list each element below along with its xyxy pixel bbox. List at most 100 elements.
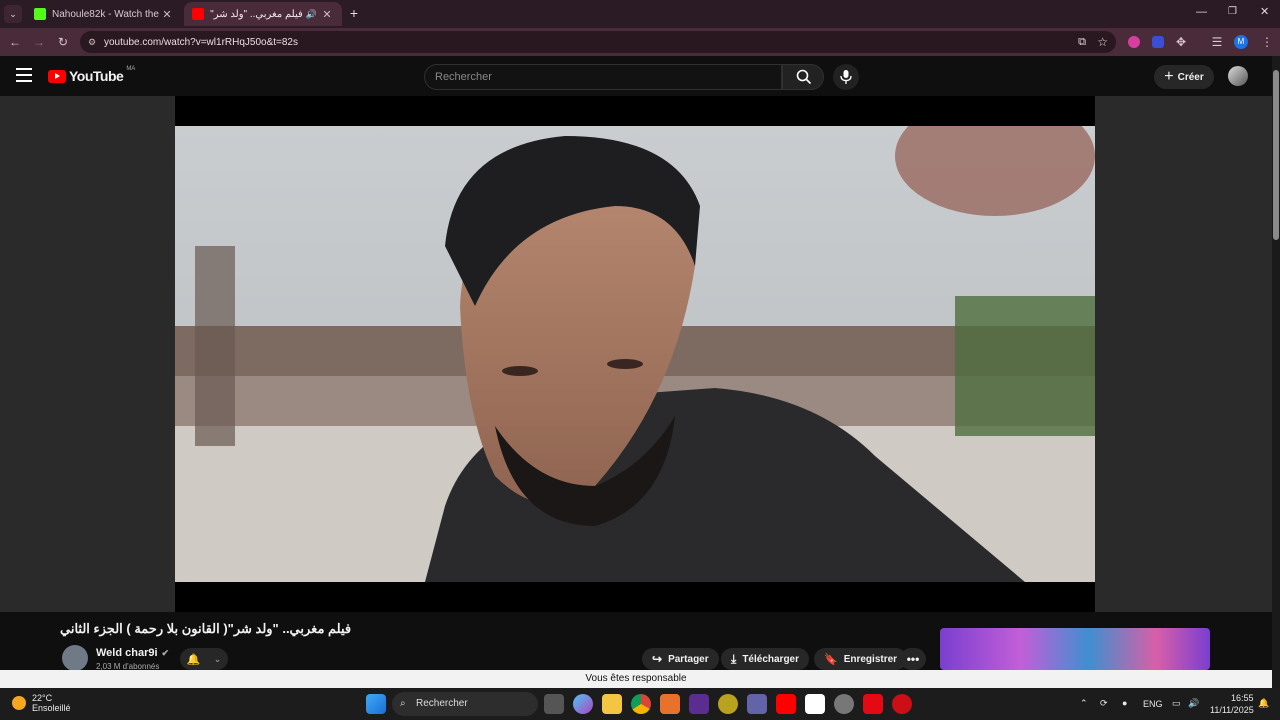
cast-icon[interactable]: ⧉: [1078, 36, 1086, 49]
ad-thumbnail[interactable]: [940, 628, 1210, 670]
minimize-button[interactable]: —: [1196, 6, 1210, 18]
download-icon: ⤓: [731, 651, 737, 666]
kick-icon: [34, 8, 46, 20]
create-button[interactable]: + Créer: [1154, 65, 1214, 89]
audio-icon[interactable]: 🔊: [306, 9, 317, 20]
video-player-area: [0, 96, 1272, 612]
verified-icon: ✔: [161, 647, 170, 658]
windows-taskbar: 22°C Ensoleillé ⌕ Rechercher ⌃ ⟳ ● ENG ▭…: [0, 688, 1280, 720]
search-button[interactable]: [782, 64, 824, 90]
youtube-header: YouTube MA Rechercher + Créer: [0, 56, 1272, 96]
channel-avatar[interactable]: [62, 645, 88, 671]
tab-title: فيلم مغربي.. "ولد شر"( القان: [210, 8, 303, 20]
more-dots-icon: •••: [906, 652, 920, 666]
tab-youtube[interactable]: فيلم مغربي.. "ولد شر"( القان 🔊 ✕: [184, 2, 342, 26]
responsibility-banner: Vous êtes responsable: [0, 670, 1272, 688]
bell-icon: 🔔: [186, 653, 201, 666]
puzzle-icon[interactable]: ✥: [1172, 28, 1190, 56]
chevron-down-icon: ⌄: [213, 653, 222, 664]
restore-button[interactable]: ❐: [1228, 6, 1242, 17]
bookmark-star-icon[interactable]: ☆: [1097, 35, 1108, 49]
url-text: youtube.com/watch?v=wl1rRHqJ50o&t=82s: [104, 36, 298, 48]
taskbar-search[interactable]: ⌕ Rechercher: [392, 692, 538, 716]
youtube-logo[interactable]: YouTube MA: [48, 66, 136, 84]
menu-dots-icon[interactable]: ⋮: [1258, 28, 1276, 56]
bookmark-icon: 🔖: [824, 653, 838, 666]
notification-bell-button[interactable]: 🔔 ⌄: [180, 648, 228, 670]
search-icon: ⌕: [400, 698, 406, 709]
scrollbar-thumb[interactable]: [1273, 70, 1279, 240]
profile-avatar[interactable]: M: [1234, 35, 1248, 49]
voice-search-button[interactable]: [833, 64, 859, 90]
microphone-icon: [840, 70, 852, 84]
channel-name-text: Weld char9i: [96, 647, 158, 659]
youtube-icon: [192, 8, 204, 20]
search-input[interactable]: Rechercher: [424, 64, 782, 90]
weather-description: Ensoleillé: [32, 703, 71, 713]
download-label: Télécharger: [742, 653, 800, 665]
volume-icon[interactable]: 🔊: [1188, 698, 1199, 709]
notification-icon[interactable]: 🔔: [1258, 698, 1269, 709]
address-bar[interactable]: ⚙ youtube.com/watch?v=wl1rRHqJ50o&t=82s …: [80, 31, 1116, 53]
close-icon[interactable]: ✕: [160, 8, 174, 21]
download-button[interactable]: ⤓ Télécharger: [721, 648, 810, 670]
file-explorer-icon[interactable]: [602, 694, 622, 714]
site-info-icon[interactable]: ⚙: [88, 37, 96, 48]
extension-icon[interactable]: [1128, 36, 1140, 48]
copilot-icon[interactable]: [573, 694, 593, 714]
microphone-tray-icon[interactable]: ●: [1122, 698, 1127, 708]
tab-list-button[interactable]: ⌄: [4, 5, 22, 23]
weather-temperature: 22°C: [32, 693, 53, 703]
weather-widget[interactable]: 22°C Ensoleillé: [12, 693, 71, 713]
reading-list-icon[interactable]: ☰: [1208, 28, 1226, 56]
video-title: فيلم مغربي.. "ولد شر"( القانون بلا رحمة …: [60, 621, 352, 636]
region-code: MA: [126, 66, 136, 72]
more-actions-button[interactable]: •••: [900, 648, 926, 670]
taskbar-search-label: Rechercher: [416, 698, 468, 709]
visual-studio-icon[interactable]: [689, 694, 709, 714]
hamburger-menu-icon[interactable]: [16, 68, 32, 82]
chevron-up-icon[interactable]: ⌃: [1080, 698, 1088, 709]
browser-tab-bar: ⌄ Nahoule82k - Watch the VOD o ✕ فيلم مغ…: [0, 0, 1280, 28]
share-label: Partager: [668, 653, 709, 665]
share-button[interactable]: ↪ Partager: [642, 648, 719, 670]
app-icon-orange[interactable]: [660, 694, 680, 714]
app-icon-yellow[interactable]: [718, 694, 738, 714]
video-player[interactable]: [175, 96, 1095, 612]
youtube-play-icon: [48, 69, 66, 83]
channel-name[interactable]: Weld char9i ✔: [96, 647, 169, 659]
chrome-icon[interactable]: [631, 694, 651, 714]
back-icon[interactable]: ←: [6, 28, 24, 56]
fn-app-icon[interactable]: [805, 694, 825, 714]
save-button[interactable]: 🔖 Enregistrer: [814, 648, 908, 670]
search-icon: [796, 69, 812, 85]
tab-title: Nahoule82k - Watch the VOD o: [52, 8, 160, 20]
task-view-icon[interactable]: [544, 694, 564, 714]
clock-time[interactable]: 16:55: [1231, 693, 1254, 703]
windows-start-icon[interactable]: [366, 694, 386, 714]
account-avatar[interactable]: [1228, 66, 1248, 86]
youtube-app-icon[interactable]: [776, 694, 796, 714]
new-tab-button[interactable]: +: [346, 5, 362, 21]
language-indicator[interactable]: ENG: [1143, 699, 1163, 709]
reload-icon[interactable]: ↻: [54, 28, 72, 56]
page-scrollbar[interactable]: [1272, 56, 1280, 688]
opera-icon[interactable]: [892, 694, 912, 714]
share-icon: ↪: [652, 652, 663, 666]
network-icon[interactable]: ▭: [1172, 698, 1181, 709]
forward-icon[interactable]: →: [30, 28, 48, 56]
tab-nahoule[interactable]: Nahoule82k - Watch the VOD o ✕: [26, 2, 182, 26]
video-frame: [175, 126, 1095, 582]
video-details: فيلم مغربي.. "ولد شر"( القانون بلا رحمة …: [0, 612, 1272, 671]
close-icon[interactable]: ✕: [320, 8, 334, 21]
netflix-icon[interactable]: [863, 694, 883, 714]
sun-icon: [12, 696, 26, 710]
save-label: Enregistrer: [843, 653, 898, 665]
shield-icon[interactable]: [1152, 36, 1164, 48]
sync-icon[interactable]: ⟳: [1100, 698, 1108, 709]
app-icon-gray[interactable]: [834, 694, 854, 714]
teams-icon[interactable]: [747, 694, 767, 714]
create-label: Créer: [1177, 71, 1204, 83]
close-window-button[interactable]: ✕: [1260, 5, 1274, 18]
clock-date[interactable]: 11/11/2025: [1210, 705, 1254, 715]
